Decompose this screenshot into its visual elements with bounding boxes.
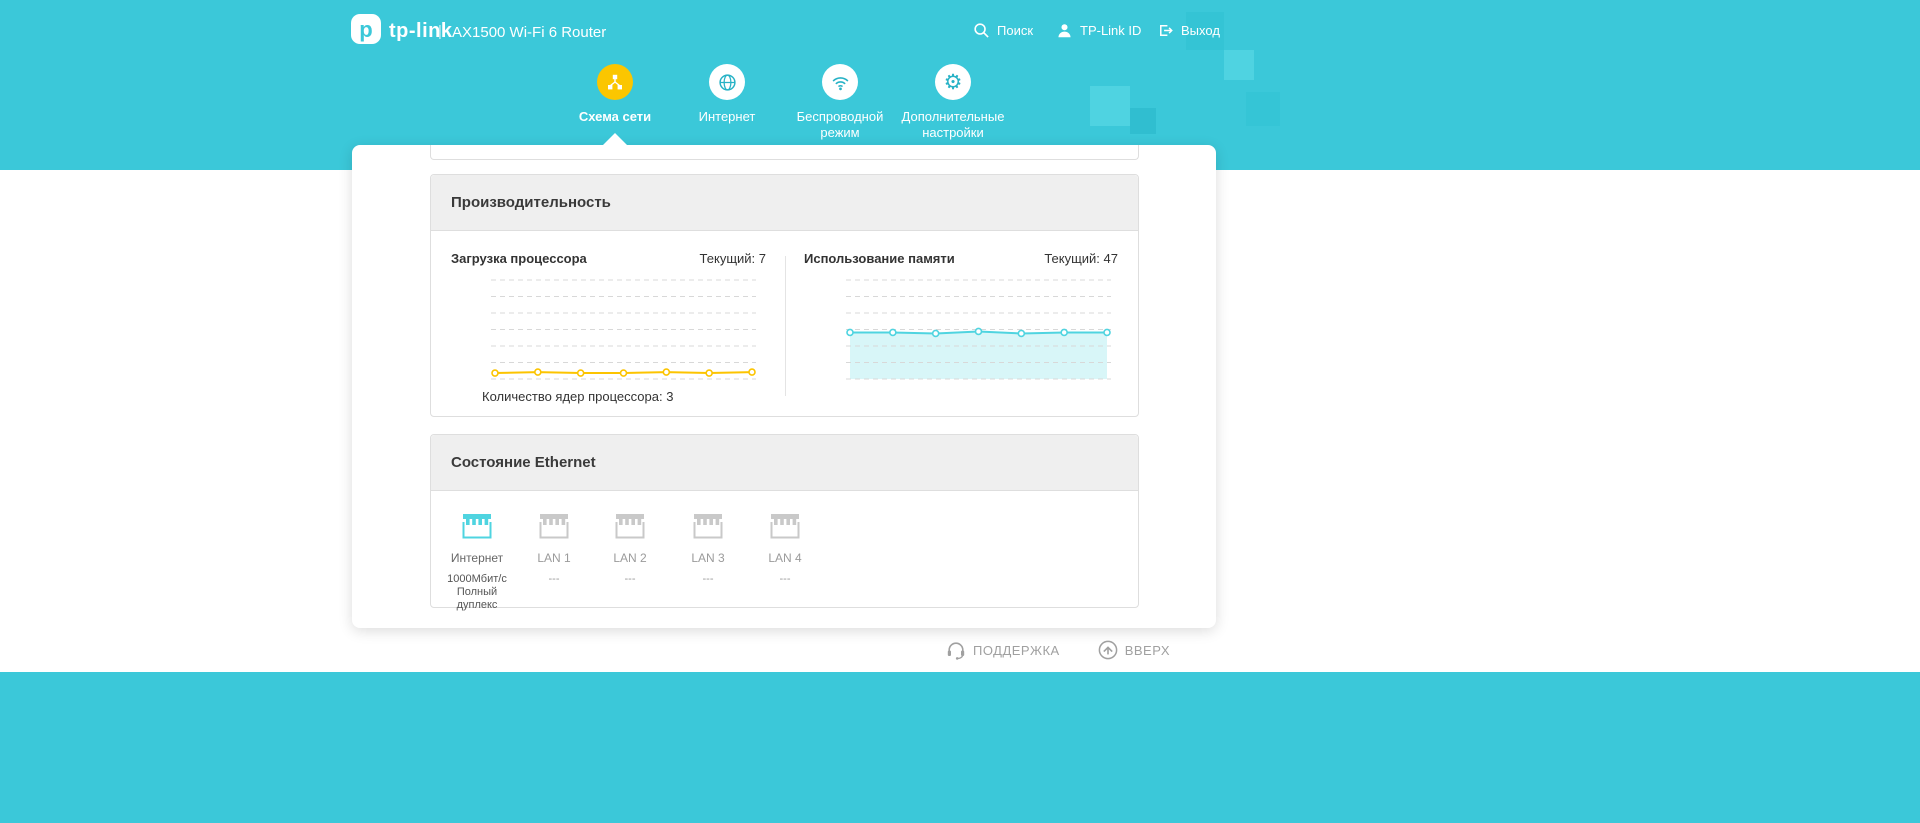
page-footer: ПОДДЕРЖКА ВВЕРХ	[352, 628, 1216, 672]
search-icon	[973, 22, 990, 39]
tab-wireless-label: Беспроводной режим	[780, 109, 900, 142]
header-divider: |	[438, 23, 442, 40]
tab-advanced[interactable]: ⚙ Дополнительные настройки	[893, 64, 1013, 142]
router-admin-page: p tp-link | AX1500 Wi-Fi 6 Router Поиск …	[0, 0, 1920, 823]
tplink-id-button[interactable]: TP-Link ID	[1056, 22, 1141, 39]
performance-card-title: Производительность	[431, 175, 1138, 231]
previous-card-bottom-edge	[430, 145, 1139, 160]
port-lan3-label: LAN 3	[666, 551, 750, 565]
port-internet-label: Интернет	[435, 551, 519, 565]
ethernet-port-icon	[539, 513, 569, 539]
globe-icon	[709, 64, 745, 100]
svg-text:p: p	[359, 17, 372, 42]
main-content-panel: Производительность Загрузка процессора Т…	[352, 145, 1216, 628]
ethernet-port-icon	[770, 513, 800, 539]
ethernet-port-icon	[462, 513, 492, 539]
support-label: ПОДДЕРЖКА	[973, 643, 1060, 658]
network-map-icon	[597, 64, 633, 100]
ethernet-card-body: Интернет 1000Мбит/с Полный дуплекс LAN 1…	[431, 491, 1138, 608]
ethernet-card-title: Состояние Ethernet	[431, 435, 1138, 491]
gear-icon: ⚙	[935, 64, 971, 100]
port-lan2-status: ---	[588, 573, 672, 586]
memory-usage-chart	[846, 276, 1111, 383]
memory-current-value: Текущий: 47	[978, 251, 1118, 266]
ethernet-status-card: Состояние Ethernet Интернет 1000Мбит/с П…	[430, 434, 1139, 608]
cpu-load-chart	[491, 276, 756, 383]
port-lan1-status: ---	[512, 573, 596, 586]
tab-network-map-label: Схема сети	[555, 109, 675, 125]
decor-square	[1130, 108, 1156, 134]
tab-advanced-label: Дополнительные настройки	[893, 109, 1013, 142]
router-model-title: AX1500 Wi-Fi 6 Router	[452, 24, 606, 41]
performance-card: Производительность Загрузка процессора Т…	[430, 174, 1139, 417]
port-lan3: LAN 3 ---	[666, 513, 750, 586]
person-icon	[1056, 22, 1073, 39]
tplink-logo-icon: p	[350, 13, 382, 50]
logout-icon	[1157, 22, 1174, 39]
scroll-top-label: ВВЕРХ	[1125, 643, 1170, 658]
tab-wireless[interactable]: Беспроводной режим	[780, 64, 900, 142]
port-lan1: LAN 1 ---	[512, 513, 596, 586]
performance-card-body: Загрузка процессора Текущий: 7 Количеств…	[431, 231, 1138, 417]
memory-chart-title: Использование памяти	[804, 251, 955, 266]
decor-square	[1224, 50, 1254, 80]
tab-network-map[interactable]: Схема сети	[555, 64, 675, 125]
port-lan4-label: LAN 4	[743, 551, 827, 565]
port-lan4-status: ---	[743, 573, 827, 586]
footer-background	[0, 672, 1920, 823]
brand-wordmark: tp-link	[389, 20, 453, 43]
chart-divider	[785, 256, 786, 396]
scroll-top-button[interactable]: ВВЕРХ	[1098, 640, 1170, 660]
wifi-icon	[822, 64, 858, 100]
port-internet: Интернет 1000Мбит/с Полный дуплекс	[435, 513, 519, 613]
port-lan2: LAN 2 ---	[588, 513, 672, 586]
ethernet-port-icon	[615, 513, 645, 539]
cpu-cores-label: Количество ядер процессора: 3	[482, 389, 673, 404]
port-internet-status: 1000Мбит/с Полный дуплекс	[435, 573, 519, 613]
port-lan1-label: LAN 1	[512, 551, 596, 565]
cpu-current-value: Текущий: 7	[641, 251, 766, 266]
support-button[interactable]: ПОДДЕРЖКА	[946, 640, 1060, 660]
ethernet-port-icon	[693, 513, 723, 539]
tab-internet-label: Интернет	[667, 109, 787, 125]
tab-internet[interactable]: Интернет	[667, 64, 787, 125]
cpu-chart-title: Загрузка процессора	[451, 251, 587, 266]
decor-square	[1090, 86, 1130, 126]
headset-icon	[946, 640, 966, 660]
tplink-id-label: TP-Link ID	[1080, 23, 1141, 38]
logout-label: Выход	[1181, 23, 1220, 38]
search-label: Поиск	[997, 23, 1033, 38]
decor-square	[1246, 92, 1280, 126]
port-lan3-status: ---	[666, 573, 750, 586]
port-lan2-label: LAN 2	[588, 551, 672, 565]
search-button[interactable]: Поиск	[973, 22, 1033, 39]
port-lan4: LAN 4 ---	[743, 513, 827, 586]
arrow-up-circle-icon	[1098, 640, 1118, 660]
logout-button[interactable]: Выход	[1157, 22, 1220, 39]
